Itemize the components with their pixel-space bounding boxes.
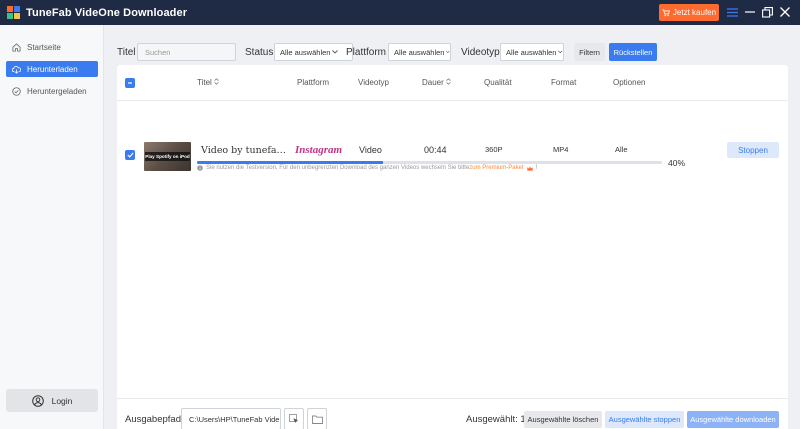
chevron-down-icon (558, 50, 563, 54)
table-row (117, 105, 788, 165)
cloud-download-icon (12, 65, 21, 74)
footer-bar: Ausgabepfad C:\Users\HP\TuneFab Vide Aus… (117, 398, 788, 429)
output-path-input[interactable]: C:\Users\HP\TuneFab Vide (181, 408, 281, 429)
app-logo-icon (7, 5, 21, 20)
reset-button[interactable]: Rückstellen (609, 43, 657, 61)
video-options: Alle (615, 145, 628, 154)
buy-now-label: Jetzt kaufen (672, 8, 717, 17)
column-header-duration[interactable]: Dauer (422, 78, 451, 87)
column-header-options: Optionen (613, 78, 646, 87)
info-icon (197, 165, 203, 171)
browse-folder-button[interactable] (307, 408, 327, 429)
column-header-videotype: Videotyp (358, 78, 389, 87)
menu-button[interactable] (725, 5, 739, 19)
login-button[interactable]: Login (6, 389, 98, 412)
delete-selected-button[interactable]: Ausgewählte löschen (524, 411, 602, 428)
platform-instagram: Instagram (295, 144, 343, 156)
main-area: Titel Suchen Status Alle auswählen Platt… (117, 38, 788, 429)
cursor-select-icon (289, 414, 299, 424)
column-header-label: Titel (197, 78, 212, 87)
minimize-button[interactable] (743, 5, 757, 19)
sidebar-item-heruntergeladen[interactable]: Heruntergeladen (6, 83, 98, 99)
close-button[interactable] (778, 5, 792, 19)
column-header-label: Dauer (422, 78, 444, 87)
videotype-filter-label: Videotyp (461, 47, 500, 58)
status-select-value: Alle auswählen (280, 47, 331, 57)
home-icon (12, 42, 21, 52)
status-filter-label: Status (245, 47, 274, 58)
download-progress-bar (197, 161, 662, 164)
cart-icon (662, 8, 670, 16)
checkmark-icon (126, 152, 134, 158)
premium-link[interactable]: zum Premium-Paket (469, 165, 523, 171)
minus-icon (128, 82, 132, 84)
video-thumbnail: Play Spotify on iPod (144, 142, 191, 171)
platform-select-value: Alle auswählen (394, 47, 445, 57)
close-icon (780, 7, 790, 17)
download-progress-fill (197, 161, 383, 164)
video-type: Video (359, 145, 382, 155)
filter-button[interactable]: Filtern (574, 43, 605, 61)
videotype-select-value: Alle auswählen (506, 47, 557, 57)
selected-count: Ausgewählt: 1 (466, 414, 526, 425)
output-path-label: Ausgabepfad (125, 414, 181, 425)
videotype-select[interactable]: Alle auswählen (500, 43, 564, 61)
stop-button[interactable]: Stoppen (727, 142, 779, 158)
video-format: MP4 (553, 145, 569, 154)
minimize-icon (745, 11, 755, 13)
app-title: TuneFab VideOne Downloader (26, 6, 188, 19)
folder-icon (311, 415, 323, 424)
platform-filter-label: Plattform (346, 47, 387, 58)
hamburger-icon (726, 7, 738, 17)
status-select[interactable]: Alle auswählen (274, 43, 353, 61)
check-circle-icon (12, 86, 21, 96)
sidebar-item-label: Herunterladen (27, 64, 78, 74)
user-icon (31, 394, 44, 407)
search-input[interactable]: Suchen (137, 43, 236, 61)
sidebar-item-herunterladen[interactable]: Herunterladen (6, 61, 98, 77)
open-path-button[interactable] (284, 408, 304, 429)
sidebar: Startseite Herunterladen Heruntergeladen… (0, 25, 104, 429)
video-title: Video by tunefa… (201, 145, 286, 156)
table-header: Titel Plattform Videotyp Dauer Qualität … (117, 65, 788, 101)
column-header-format: Format (551, 78, 577, 87)
platform-select[interactable]: Alle auswählen (388, 43, 451, 61)
chevron-down-icon (446, 50, 450, 53)
buy-now-button[interactable]: Jetzt kaufen (659, 4, 719, 21)
column-header-platform: Plattform (297, 78, 330, 87)
column-header-title[interactable]: Titel (197, 78, 219, 87)
trial-notice-text: Sie nutzen die Testversion. Für den unbe… (206, 165, 470, 171)
select-all-checkbox[interactable] (125, 78, 135, 88)
column-header-quality: Qualität (484, 78, 512, 87)
login-label: Login (51, 395, 73, 406)
title-bar: TuneFab VideOne Downloader Jetzt kaufen (0, 0, 800, 25)
progress-percent: 40% (668, 158, 686, 168)
download-panel: Titel Plattform Videotyp Dauer Qualität … (117, 65, 788, 429)
download-selected-button[interactable]: Ausgewählte downloaden (687, 411, 779, 428)
filter-bar: Titel Suchen Status Alle auswählen Platt… (117, 42, 788, 62)
notice-suffix: ! (535, 165, 538, 171)
maximize-button[interactable] (760, 5, 774, 19)
title-filter-label: Titel (117, 47, 136, 58)
sort-icon (214, 78, 219, 85)
stop-selected-button[interactable]: Ausgewählte stoppen (605, 411, 684, 428)
thumbnail-caption: Play Spotify on iPod (145, 152, 190, 161)
sidebar-item-label: Startseite (27, 42, 61, 52)
video-quality: 360P (485, 145, 503, 154)
sort-icon (446, 78, 451, 85)
restore-icon (761, 6, 773, 18)
sidebar-item-startseite[interactable]: Startseite (6, 39, 98, 55)
trial-notice: Sie nutzen die Testversion. Für den unbe… (197, 165, 537, 171)
row-checkbox[interactable] (125, 150, 135, 160)
sidebar-item-label: Heruntergeladen (27, 86, 87, 96)
video-duration: 00:44 (424, 145, 447, 155)
crown-icon (526, 165, 533, 171)
chevron-down-icon (332, 50, 339, 54)
